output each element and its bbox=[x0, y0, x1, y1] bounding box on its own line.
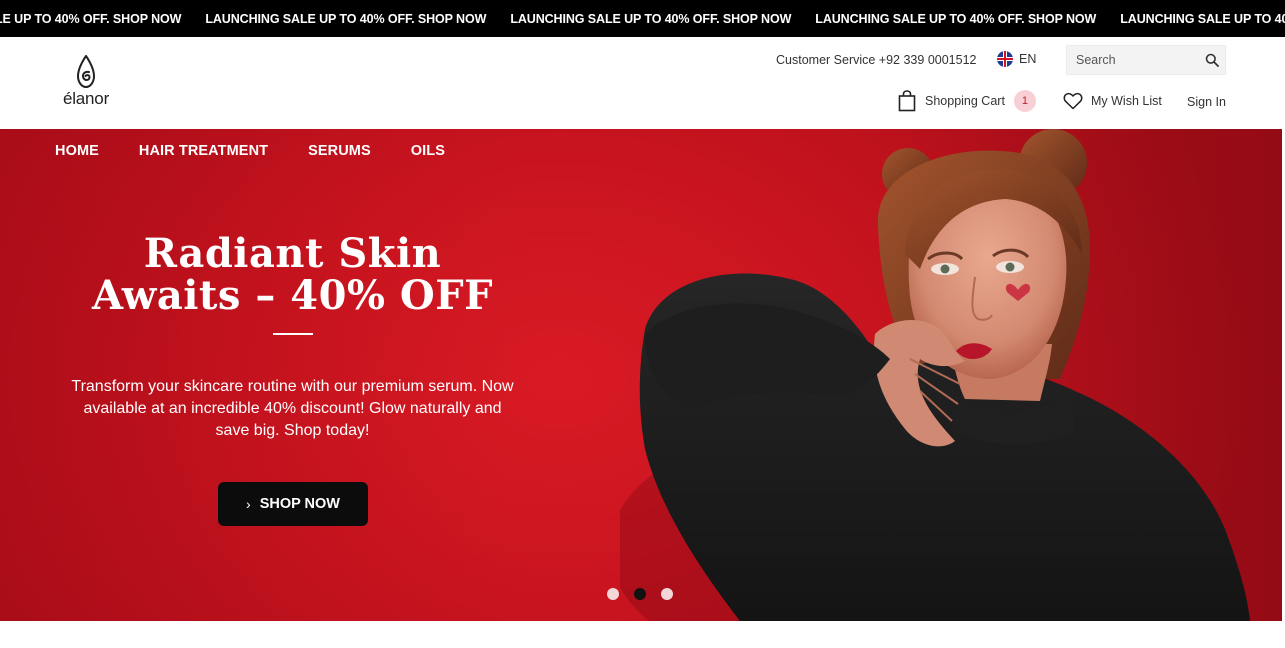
announcement-item[interactable]: LAUNCHING SALE UP TO 40% OFF. SHOP NOW bbox=[510, 12, 791, 26]
announcement-item[interactable]: LAUNCHING SALE UP TO 40% OFF. bbox=[1120, 12, 1285, 26]
nav-item-hair-treatment[interactable]: HAIR TREATMENT bbox=[139, 143, 268, 159]
hero-headline: Radiant Skin Awaits – 40% OFF bbox=[40, 233, 545, 317]
hero-banner: HOME HAIR TREATMENT SERUMS OILS Radiant … bbox=[0, 129, 1282, 621]
chevron-right-icon: › bbox=[246, 496, 251, 512]
main-navigation: HOME HAIR TREATMENT SERUMS OILS bbox=[55, 143, 485, 159]
brand-logo[interactable]: élanor bbox=[55, 55, 117, 111]
wishlist-label: My Wish List bbox=[1091, 94, 1162, 108]
announcement-item[interactable]: LAUNCHING SALE UP TO 40% OFF. SHOP NOW bbox=[815, 12, 1096, 26]
wishlist-link[interactable]: My Wish List bbox=[1063, 92, 1162, 110]
slider-dot[interactable] bbox=[607, 588, 619, 600]
drop-logo-icon bbox=[76, 55, 96, 89]
hero-description: Transform your skincare routine with our… bbox=[71, 378, 514, 439]
nav-item-serums[interactable]: SERUMS bbox=[308, 143, 371, 159]
slider-dot[interactable] bbox=[634, 588, 646, 600]
announcement-bar[interactable]: LE UP TO 40% OFF. SHOP NOW LAUNCHING SAL… bbox=[0, 0, 1285, 37]
search-input[interactable] bbox=[1067, 46, 1197, 74]
hero-headline-line-1: Radiant Skin bbox=[143, 230, 442, 277]
shopping-bag-icon bbox=[898, 90, 916, 112]
slider-dot[interactable] bbox=[661, 588, 673, 600]
shop-now-button[interactable]: › SHOP NOW bbox=[218, 482, 368, 526]
shopping-cart-link[interactable]: Shopping Cart 1 bbox=[898, 90, 1036, 112]
sign-in-link[interactable]: Sign In bbox=[1187, 95, 1226, 109]
customer-service-phone[interactable]: Customer Service +92 339 0001512 bbox=[776, 53, 976, 67]
hero-headline-line-2: Awaits – 40% OFF bbox=[91, 272, 494, 319]
brand-wordmark: élanor bbox=[62, 89, 110, 108]
uk-flag-icon bbox=[997, 51, 1013, 67]
hero-divider bbox=[273, 333, 313, 335]
announcement-track: LE UP TO 40% OFF. SHOP NOW LAUNCHING SAL… bbox=[0, 0, 1285, 37]
shop-now-label: SHOP NOW bbox=[259, 496, 340, 512]
site-header: élanor Customer Service +92 339 0001512 … bbox=[0, 37, 1285, 129]
language-selector[interactable]: EN bbox=[997, 51, 1036, 67]
model-photo bbox=[620, 129, 1250, 621]
announcement-item[interactable]: LAUNCHING SALE UP TO 40% OFF. SHOP NOW bbox=[205, 12, 486, 26]
heart-icon bbox=[1063, 92, 1083, 110]
language-label: EN bbox=[1019, 52, 1037, 66]
search-icon[interactable] bbox=[1205, 53, 1219, 67]
announcement-item[interactable]: LE UP TO 40% OFF. SHOP NOW bbox=[0, 12, 181, 26]
search-box bbox=[1066, 45, 1226, 75]
cart-count-badge: 1 bbox=[1013, 90, 1036, 112]
slider-pagination bbox=[607, 588, 688, 600]
shopping-cart-label: Shopping Cart bbox=[925, 94, 1005, 108]
nav-item-oils[interactable]: OILS bbox=[411, 143, 445, 159]
nav-item-home[interactable]: HOME bbox=[55, 143, 99, 159]
